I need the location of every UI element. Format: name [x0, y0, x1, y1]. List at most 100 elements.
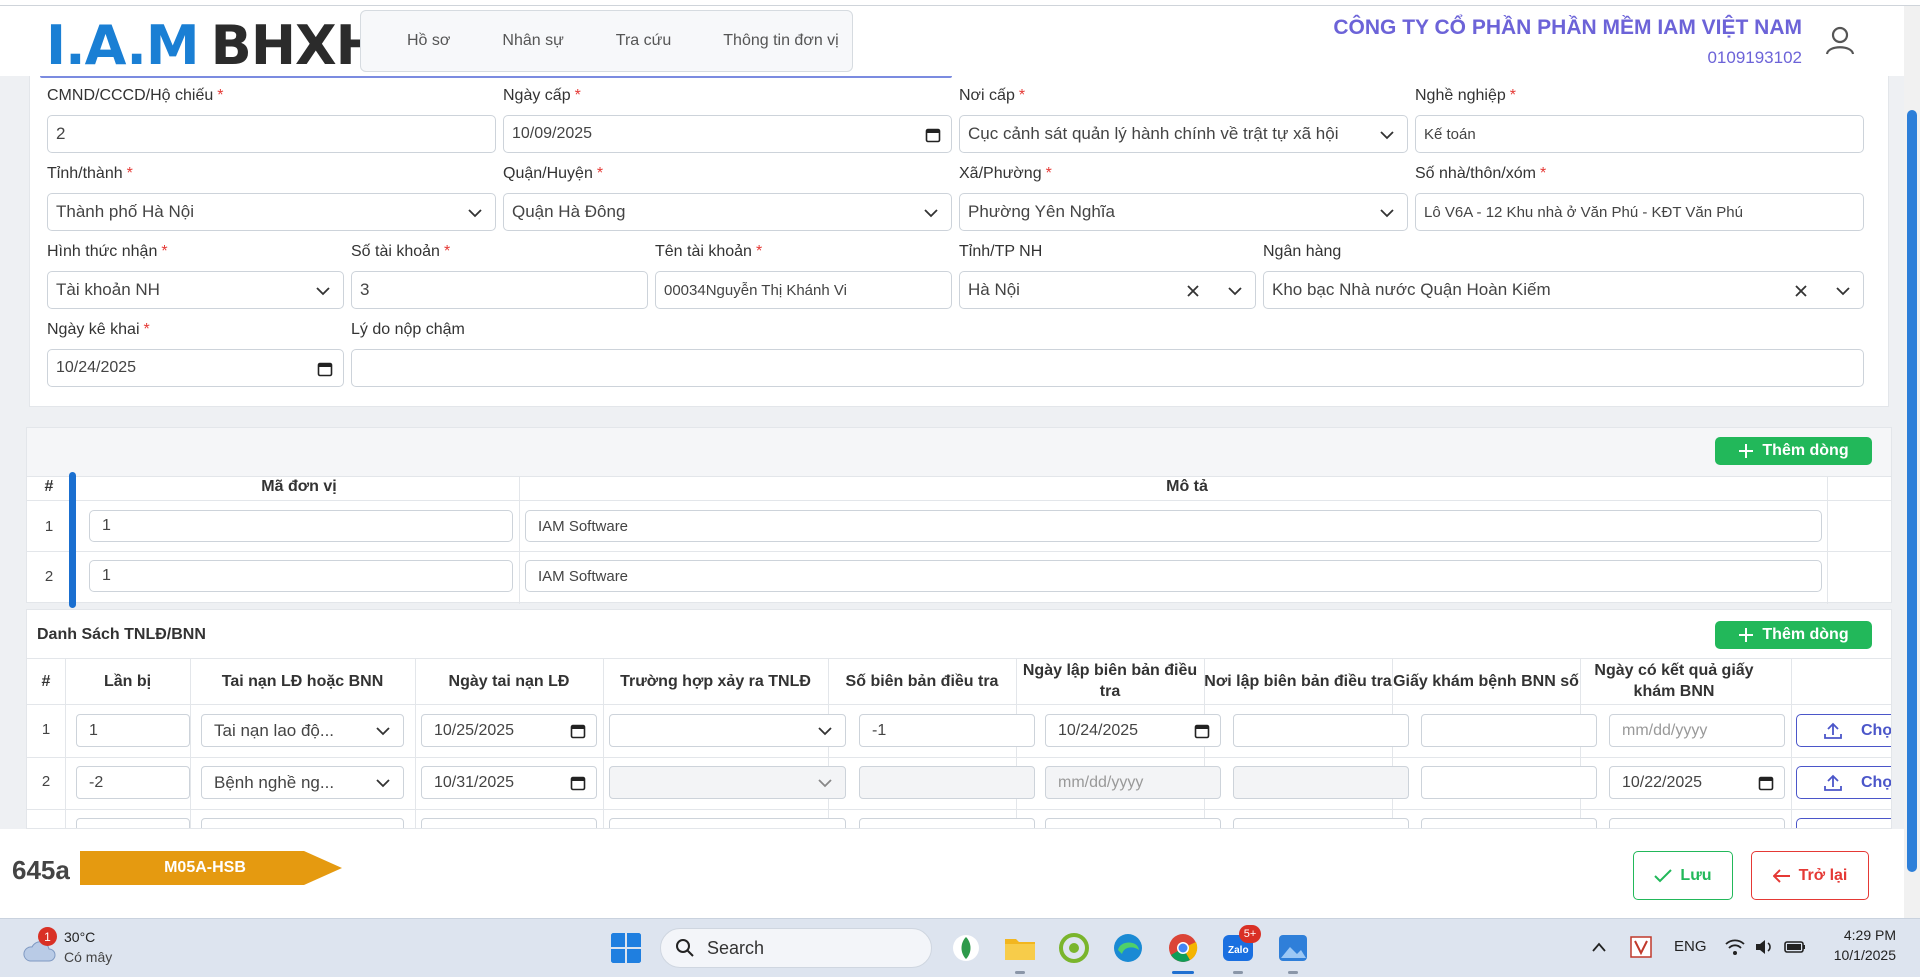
clock-date[interactable]: 10/1/2025	[1822, 947, 1896, 963]
photos-app-icon[interactable]	[1275, 930, 1311, 966]
user-account-icon[interactable]	[1824, 24, 1856, 56]
acc-type-select[interactable]: Bệnh nghề ng...	[201, 766, 404, 799]
acc-case-select[interactable]	[609, 714, 846, 747]
account-no-input[interactable]: 3	[351, 271, 648, 309]
volume-icon[interactable]	[1754, 937, 1776, 957]
acc-report-no-input[interactable]	[859, 766, 1035, 799]
declare-date-input[interactable]: 10/24/2025	[47, 349, 344, 387]
district-select[interactable]: Quận Hà Đông	[503, 193, 952, 231]
calendar-icon[interactable]	[570, 723, 586, 739]
receive-method-select[interactable]: Tài khoản NH	[47, 271, 344, 309]
leaf-app-icon[interactable]	[948, 930, 984, 966]
acc-type-select[interactable]: Tai nạn lao độ...	[201, 714, 404, 747]
late-reason-input[interactable]	[351, 349, 1864, 387]
language-indicator[interactable]: ENG	[1674, 938, 1707, 955]
file-explorer-icon[interactable]	[1002, 930, 1038, 966]
acc-report-place-input[interactable]	[1233, 714, 1409, 747]
acc-case-select[interactable]	[609, 766, 846, 799]
app-running-indicator	[1015, 971, 1025, 974]
upload-button[interactable]: Chọn	[1796, 766, 1891, 799]
upload-button[interactable]: Chọn	[1796, 714, 1891, 747]
chevron-down-icon	[1380, 131, 1394, 140]
declare-date-label: Ngày kê khai *	[47, 321, 150, 338]
district-label: Quận/Huyện *	[503, 165, 604, 182]
calendar-icon[interactable]	[570, 775, 586, 791]
spiral-app-icon[interactable]	[1056, 930, 1092, 966]
job-input[interactable]: Kế toán	[1415, 115, 1864, 153]
acc-type-select[interactable]	[201, 818, 404, 828]
calendar-icon[interactable]	[925, 127, 941, 143]
drag-handle[interactable]	[69, 472, 76, 608]
address-input[interactable]: Lô V6A - 12 Khu nhà ở Văn Phú - KĐT Văn …	[1415, 193, 1864, 231]
acc-report-place-input[interactable]	[1233, 766, 1409, 799]
units-header-bottom-border	[27, 500, 1891, 501]
acc-paper-no-input[interactable]	[1421, 766, 1597, 799]
acc-report-date-input[interactable]: mm/dd/yyyy	[1045, 766, 1221, 799]
acc-report-date-input[interactable]	[1045, 818, 1221, 828]
nav-thong-tin-don-vi[interactable]: Thông tin đơn vị	[697, 32, 864, 50]
upload-icon	[1824, 774, 1842, 791]
acc-result-date-input[interactable]	[1609, 818, 1785, 828]
nav-ho-so[interactable]: Hồ sơ	[381, 32, 476, 50]
acc-paper-no-input[interactable]	[1421, 714, 1597, 747]
chevron-up-icon[interactable]	[1591, 941, 1607, 953]
nav-tra-cuu[interactable]: Tra cứu	[590, 32, 697, 50]
nav-nhan-su[interactable]: Nhân sự	[476, 32, 589, 50]
unit-code-input[interactable]: 1	[89, 560, 513, 592]
scrollbar-thumb[interactable]	[1907, 110, 1917, 872]
chevron-down-icon	[924, 209, 938, 218]
acc-case-select[interactable]	[609, 818, 846, 828]
account-name-input[interactable]: 00034Nguyễn Thị Khánh Vi	[655, 271, 952, 309]
acc-result-date-input[interactable]: 10/22/2025	[1609, 766, 1785, 799]
app-logo[interactable]: I.A.M BHXH	[46, 14, 381, 77]
calendar-icon[interactable]	[317, 361, 333, 377]
units-section: Thêm dòng # Mã đơn vị Mô tả 1 1 IAM Soft…	[26, 427, 1892, 608]
acc-report-no-input[interactable]	[859, 818, 1035, 828]
ward-select[interactable]: Phường Yên Nghĩa	[959, 193, 1408, 231]
acc-report-date-input[interactable]: 10/24/2025	[1045, 714, 1221, 747]
clear-icon[interactable]	[1793, 283, 1809, 299]
edge-browser-icon[interactable]	[1110, 930, 1146, 966]
chrome-browser-icon[interactable]	[1165, 930, 1201, 966]
add-unit-row-button[interactable]: Thêm dòng	[1715, 437, 1872, 465]
acc-times-input[interactable]: 1	[76, 714, 190, 747]
unit-desc-input[interactable]: IAM Software	[525, 510, 1822, 542]
id-number-input[interactable]: 2	[47, 115, 496, 153]
add-accident-row-button[interactable]: Thêm dòng	[1715, 621, 1872, 649]
tray-app-icon[interactable]	[1630, 936, 1652, 958]
acc-date-input[interactable]: 10/25/2025	[421, 714, 597, 747]
weather-widget[interactable]: 1 30°C Có mây	[20, 927, 130, 971]
wifi-icon[interactable]	[1724, 937, 1746, 957]
unit-code-input[interactable]: 1	[89, 510, 513, 542]
calendar-icon[interactable]	[1758, 775, 1774, 791]
province-select[interactable]: Thành phố Hà Nội	[47, 193, 496, 231]
acc-paper-no-input[interactable]	[1421, 818, 1597, 828]
acc-date-input[interactable]	[421, 818, 597, 828]
acc-report-no-input[interactable]: -1	[859, 714, 1035, 747]
save-button[interactable]: Lưu	[1633, 851, 1733, 900]
windows-start-icon[interactable]	[610, 932, 642, 964]
acc-report-place-input[interactable]	[1233, 818, 1409, 828]
units-header-desc: Mô tả	[1166, 478, 1208, 495]
unit-desc-input[interactable]: IAM Software	[525, 560, 1822, 592]
acc-times-input[interactable]: -2	[76, 766, 190, 799]
windows-taskbar: 1 30°C Có mây Search Zalo 5+ ENG 4:29 PM…	[0, 918, 1920, 977]
issue-place-select[interactable]: Cục cảnh sát quản lý hành chính về trật …	[959, 115, 1408, 153]
acc-times-input[interactable]	[76, 818, 190, 828]
taskbar-search[interactable]: Search	[660, 928, 932, 968]
clock-time[interactable]: 4:29 PM	[1840, 927, 1896, 943]
acc-result-date-input[interactable]: mm/dd/yyyy	[1609, 714, 1785, 747]
battery-icon[interactable]	[1784, 938, 1806, 956]
back-button[interactable]: Trở lại	[1751, 851, 1869, 900]
clear-icon[interactable]	[1185, 283, 1201, 299]
bank-select[interactable]: Kho bạc Nhà nước Quận Hoàn Kiếm	[1263, 271, 1864, 309]
issue-date-input[interactable]: 10/09/2025	[503, 115, 952, 153]
calendar-icon[interactable]	[1194, 723, 1210, 739]
bank-province-select[interactable]: Hà Nội	[959, 271, 1256, 309]
accidents-section: Danh Sách TNLĐ/BNN Thêm dòng # Lần bị Ta…	[26, 609, 1892, 829]
units-row-border	[27, 551, 1891, 552]
upload-button[interactable]	[1796, 818, 1891, 828]
employee-form: CMND/CCCD/Hộ chiếu * 2 Ngày cấp * 10/09/20…	[29, 76, 1889, 407]
acc-date-input[interactable]: 10/31/2025	[421, 766, 597, 799]
company-name: CÔNG TY CỔ PHẦN PHẦN MỀM IAM VIỆT NAM	[1333, 16, 1802, 39]
